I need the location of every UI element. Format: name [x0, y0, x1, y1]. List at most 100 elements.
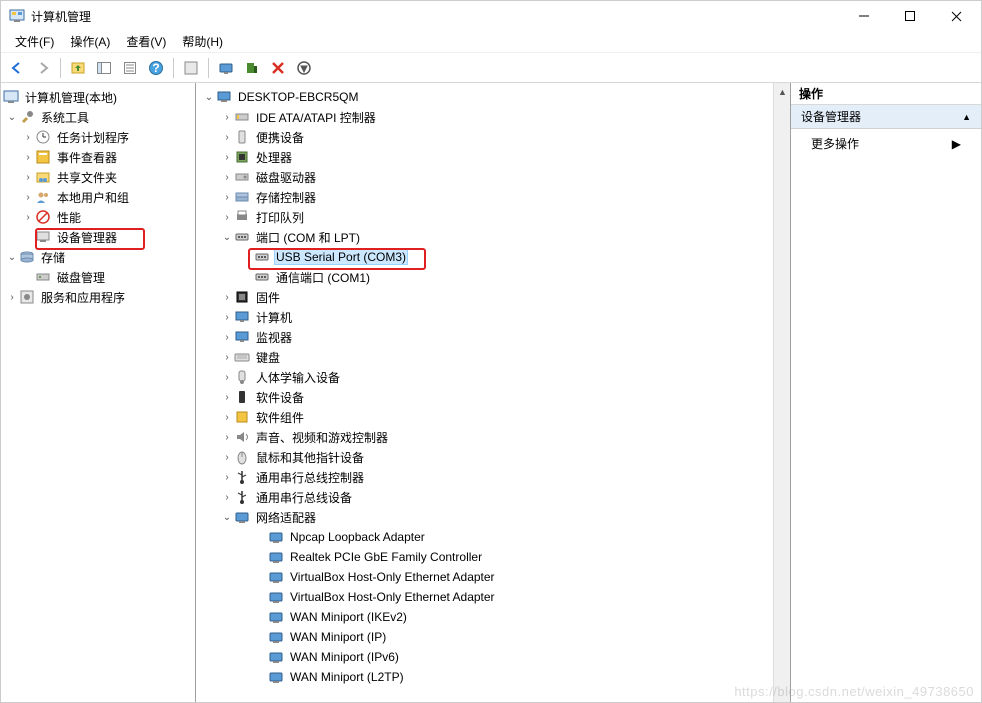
device-root[interactable]: ⌄DESKTOP-EBCR5QM — [196, 87, 790, 107]
device-processors[interactable]: ›处理器 — [196, 147, 790, 167]
tree-performance[interactable]: › 性能 — [1, 207, 195, 227]
caret-right-icon[interactable]: › — [220, 432, 234, 443]
caret-right-icon[interactable]: › — [220, 492, 234, 503]
device-disk-drives[interactable]: ›磁盘驱动器 — [196, 167, 790, 187]
properties-button[interactable] — [118, 56, 142, 80]
caret-right-icon[interactable]: › — [220, 392, 234, 403]
caret-right-icon[interactable]: › — [220, 292, 234, 303]
scan-hardware-button[interactable] — [214, 56, 238, 80]
tree-label: 声音、视频和游戏控制器 — [254, 428, 390, 447]
disable-button[interactable] — [292, 56, 316, 80]
caret-right-icon[interactable]: › — [5, 292, 19, 303]
tree-root[interactable]: 计算机管理(本地) — [1, 87, 195, 107]
caret-right-icon[interactable]: › — [21, 172, 35, 183]
tree-system-tools[interactable]: ⌄ 系统工具 — [1, 107, 195, 127]
caret-right-icon[interactable]: › — [21, 212, 35, 223]
caret-right-icon[interactable]: › — [220, 312, 234, 323]
device-hid[interactable]: ›人体学输入设备 — [196, 367, 790, 387]
caret-right-icon[interactable]: › — [220, 372, 234, 383]
menu-view[interactable]: 查看(V) — [118, 31, 174, 52]
caret-down-icon[interactable]: ⌄ — [202, 92, 216, 103]
show-hide-tree-button[interactable] — [92, 56, 116, 80]
storage-icon — [19, 249, 35, 265]
device-computer[interactable]: ›计算机 — [196, 307, 790, 327]
tree-disk-management[interactable]: 磁盘管理 — [1, 267, 195, 287]
update-driver-button[interactable] — [240, 56, 264, 80]
device-mice[interactable]: ›鼠标和其他指针设备 — [196, 447, 790, 467]
help-button[interactable]: ? — [144, 56, 168, 80]
tree-local-users[interactable]: › 本地用户和组 — [1, 187, 195, 207]
forward-button[interactable] — [31, 56, 55, 80]
device-realtek[interactable]: ·Realtek PCIe GbE Family Controller — [196, 547, 790, 567]
caret-right-icon[interactable]: › — [220, 352, 234, 363]
tree-device-manager[interactable]: › 设备管理器 — [1, 227, 195, 247]
device-wan-ikev2[interactable]: ·WAN Miniport (IKEv2) — [196, 607, 790, 627]
device-usb-serial-port[interactable]: ·USB Serial Port (COM3) — [196, 247, 790, 267]
device-network-adapters[interactable]: ⌄网络适配器 — [196, 507, 790, 527]
tree-storage[interactable]: ⌄ 存储 — [1, 247, 195, 267]
caret-right-icon[interactable]: › — [220, 472, 234, 483]
caret-right-icon[interactable]: › — [220, 152, 234, 163]
caret-right-icon[interactable]: › — [220, 132, 234, 143]
device-wan-ip[interactable]: ·WAN Miniport (IP) — [196, 627, 790, 647]
caret-right-icon[interactable]: › — [220, 112, 234, 123]
caret-right-icon[interactable]: › — [220, 412, 234, 423]
caret-right-icon[interactable]: › — [220, 332, 234, 343]
caret-down-icon[interactable]: ⌄ — [220, 512, 234, 523]
management-tree[interactable]: 计算机管理(本地) ⌄ 系统工具 › 任务计划程序 › 事件查看器 — [1, 83, 195, 311]
device-firmware[interactable]: ›固件 — [196, 287, 790, 307]
caret-right-icon[interactable]: › — [220, 212, 234, 223]
up-button[interactable] — [66, 56, 90, 80]
maximize-button[interactable] — [887, 1, 933, 31]
vertical-scrollbar[interactable]: ▲ — [773, 83, 790, 702]
device-sound[interactable]: › 声音、视频和游戏控制器 — [196, 427, 790, 447]
caret-down-icon[interactable]: ⌄ — [220, 232, 234, 243]
menu-action[interactable]: 操作(A) — [62, 31, 118, 52]
caret-right-icon[interactable]: › — [21, 152, 35, 163]
caret-right-icon[interactable]: › — [220, 452, 234, 463]
caret-down-icon[interactable]: ⌄ — [5, 112, 19, 123]
device-software-components[interactable]: ›软件组件 — [196, 407, 790, 427]
back-button[interactable] — [5, 56, 29, 80]
close-button[interactable] — [933, 1, 979, 31]
device-wan-ipv6[interactable]: ·WAN Miniport (IPv6) — [196, 647, 790, 667]
tree-task-scheduler[interactable]: › 任务计划程序 — [1, 127, 195, 147]
device-monitors[interactable]: ›监视器 — [196, 327, 790, 347]
device-ports[interactable]: ⌄端口 (COM 和 LPT) — [196, 227, 790, 247]
device-storage-controllers[interactable]: ›存储控制器 — [196, 187, 790, 207]
caret-right-icon[interactable]: › — [220, 172, 234, 183]
device-usb-devices[interactable]: ›通用串行总线设备 — [196, 487, 790, 507]
caret-down-icon[interactable]: ⌄ — [5, 252, 19, 263]
device-npcap[interactable]: ·Npcap Loopback Adapter — [196, 527, 790, 547]
actions-section[interactable]: 设备管理器 ▲ — [791, 105, 981, 129]
more-actions[interactable]: 更多操作 ▶ — [791, 129, 981, 158]
device-usb-controllers[interactable]: › 通用串行总线控制器 — [196, 467, 790, 487]
menu-help[interactable]: 帮助(H) — [174, 31, 231, 52]
uninstall-button[interactable] — [266, 56, 290, 80]
device-portable[interactable]: ›便携设备 — [196, 127, 790, 147]
tree-services-apps[interactable]: › 服务和应用程序 — [1, 287, 195, 307]
device-ide[interactable]: ›IDE ATA/ATAPI 控制器 — [196, 107, 790, 127]
device-print-queues[interactable]: ›打印队列 — [196, 207, 790, 227]
menu-file[interactable]: 文件(F) — [7, 31, 62, 52]
minimize-button[interactable] — [841, 1, 887, 31]
caret-right-icon[interactable]: › — [21, 132, 35, 143]
tree-label: 通用串行总线控制器 — [254, 468, 366, 487]
tree-shared-folders[interactable]: › 共享文件夹 — [1, 167, 195, 187]
caret-right-icon[interactable]: › — [220, 192, 234, 203]
refresh-button[interactable] — [179, 56, 203, 80]
device-keyboards[interactable]: ›键盘 — [196, 347, 790, 367]
device-comm-port[interactable]: ·通信端口 (COM1) — [196, 267, 790, 287]
shared-folders-icon — [35, 169, 51, 185]
scroll-up-button[interactable]: ▲ — [774, 83, 791, 100]
device-wan-l2tp[interactable]: ·WAN Miniport (L2TP) — [196, 667, 790, 687]
menubar: 文件(F) 操作(A) 查看(V) 帮助(H) — [1, 31, 981, 53]
device-vbox2[interactable]: ·VirtualBox Host-Only Ethernet Adapter — [196, 587, 790, 607]
device-software-devices[interactable]: ›软件设备 — [196, 387, 790, 407]
device-tree[interactable]: ⌄DESKTOP-EBCR5QM›IDE ATA/ATAPI 控制器›便携设备›… — [196, 83, 790, 691]
tree-event-viewer[interactable]: › 事件查看器 — [1, 147, 195, 167]
collapse-icon[interactable]: ▲ — [962, 112, 971, 122]
tree-label: WAN Miniport (IP) — [288, 629, 388, 645]
caret-right-icon[interactable]: › — [21, 192, 35, 203]
device-vbox1[interactable]: ·VirtualBox Host-Only Ethernet Adapter — [196, 567, 790, 587]
